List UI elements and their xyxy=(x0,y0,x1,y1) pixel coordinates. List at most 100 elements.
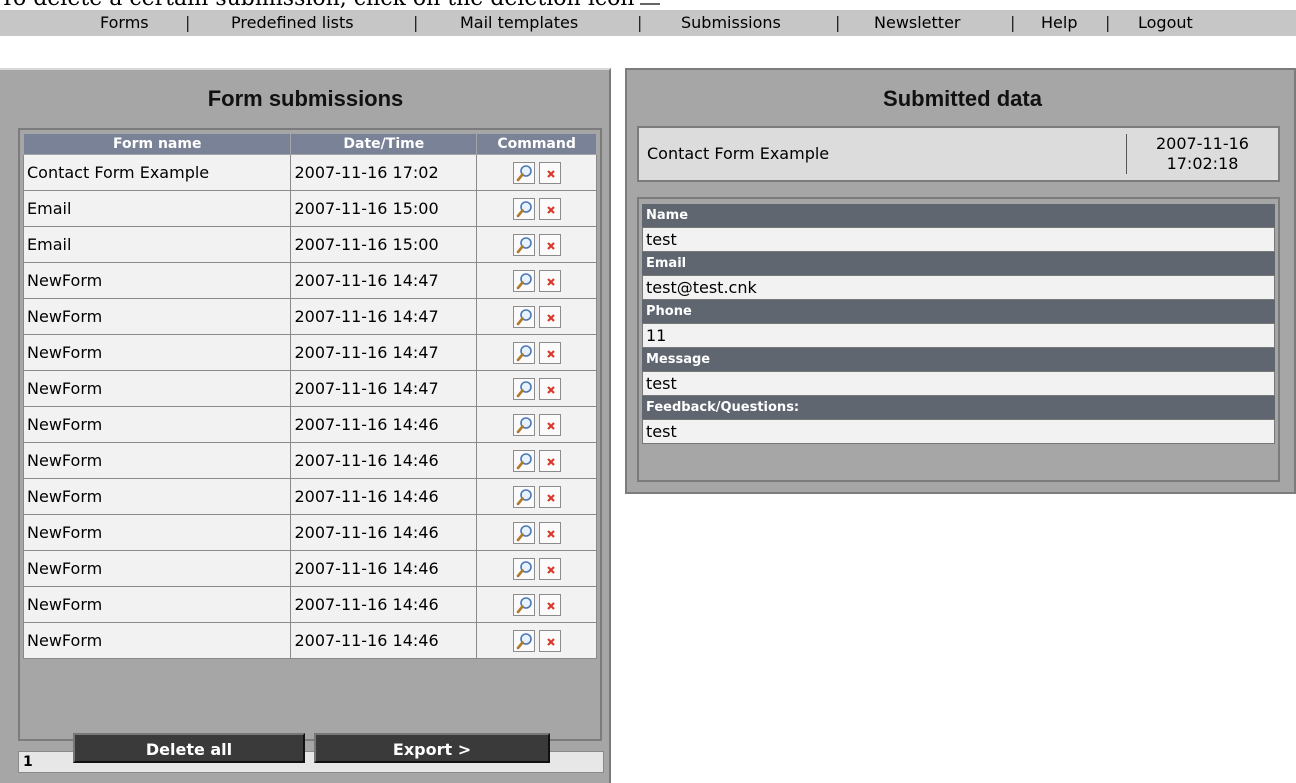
magnifier-icon xyxy=(514,271,534,293)
table-header-row: Form name Date/Time Command xyxy=(22,133,597,155)
delete-x-icon xyxy=(540,163,560,185)
cell-datetime: 2007-11-16 14:47 xyxy=(290,334,478,371)
nav-predefined-lists[interactable]: Predefined lists xyxy=(231,10,354,36)
panel-title: Submitted data xyxy=(883,86,1042,111)
cell-command xyxy=(476,226,597,263)
field-value-email: test@test.cnk xyxy=(642,275,1275,300)
field-label-phone: Phone xyxy=(642,300,1275,323)
nav-submissions[interactable]: Submissions xyxy=(681,10,781,36)
delete-x-icon xyxy=(540,379,560,401)
table-row: NewForm 2007-11-16 14:46 xyxy=(22,550,597,587)
cell-form-name: Email xyxy=(22,190,292,227)
view-submission-button[interactable] xyxy=(512,233,535,256)
table-row: NewForm 2007-11-16 14:46 xyxy=(22,406,597,443)
cell-datetime: 2007-11-16 14:46 xyxy=(290,442,478,479)
view-submission-button[interactable] xyxy=(512,305,535,329)
magnifier-icon xyxy=(514,307,534,329)
cell-command xyxy=(476,442,597,479)
nav-newsletter[interactable]: Newsletter xyxy=(874,10,961,36)
cell-datetime: 2007-11-16 15:00 xyxy=(290,226,478,263)
column-header-form-name[interactable]: Form name xyxy=(22,133,292,155)
view-submission-button[interactable] xyxy=(512,485,535,509)
page-link[interactable]: 1 xyxy=(23,754,33,770)
nav-separator: | xyxy=(1010,13,1016,32)
view-submission-button[interactable] xyxy=(512,521,535,544)
delete-submission-button[interactable] xyxy=(538,521,561,544)
export-button[interactable]: Export > xyxy=(314,733,550,763)
delete-submission-button[interactable] xyxy=(538,449,561,472)
submission-timestamp: 2007-11-16 17:02:18 xyxy=(1126,134,1278,174)
cell-form-name: NewForm xyxy=(22,406,292,443)
cell-form-name: NewForm xyxy=(22,550,292,587)
top-navigation: Forms | Predefined lists | Mail template… xyxy=(0,10,1296,36)
delete-submission-button[interactable] xyxy=(538,377,561,401)
view-submission-button[interactable] xyxy=(512,413,535,437)
magnifier-icon xyxy=(514,487,534,509)
table-row: NewForm 2007-11-16 14:46 xyxy=(22,442,597,479)
nav-separator: | xyxy=(413,13,419,32)
nav-help[interactable]: Help xyxy=(1041,10,1077,36)
delete-submission-button[interactable] xyxy=(538,413,561,436)
delete-submission-button[interactable] xyxy=(538,593,561,617)
view-submission-button[interactable] xyxy=(512,197,535,221)
magnifier-icon xyxy=(514,199,534,221)
view-submission-button[interactable] xyxy=(512,593,535,617)
delete-submission-button[interactable] xyxy=(538,197,561,220)
view-submission-button[interactable] xyxy=(512,161,535,185)
table-row: NewForm 2007-11-16 14:47 xyxy=(22,298,597,335)
cell-form-name: NewForm xyxy=(22,514,292,551)
nav-logout[interactable]: Logout xyxy=(1138,10,1193,36)
cell-form-name: NewForm xyxy=(22,478,292,515)
magnifier-icon xyxy=(514,451,534,473)
cell-datetime: 2007-11-16 15:00 xyxy=(290,190,478,227)
delete-submission-button[interactable] xyxy=(538,557,561,580)
cell-datetime: 2007-11-16 14:46 xyxy=(290,586,478,623)
cell-command xyxy=(476,334,597,371)
view-submission-button[interactable] xyxy=(512,341,535,365)
cell-command xyxy=(476,514,597,551)
view-submission-button[interactable] xyxy=(512,557,535,580)
table-row: Contact Form Example 2007-11-16 17:02 xyxy=(22,154,597,191)
table-row: NewForm 2007-11-16 14:47 xyxy=(22,262,597,299)
field-value-message: test xyxy=(642,371,1275,396)
field-label-feedback: Feedback/Questions: xyxy=(642,396,1275,419)
magnifier-icon xyxy=(514,595,534,617)
table-row: Email 2007-11-16 15:00 xyxy=(22,190,597,227)
submission-header: Contact Form Example 2007-11-16 17:02:18 xyxy=(637,126,1280,182)
column-header-command: Command xyxy=(476,133,597,155)
delete-all-button[interactable]: Delete all xyxy=(73,733,305,763)
view-submission-button[interactable] xyxy=(512,449,535,473)
submissions-table-frame: Form name Date/Time Command Contact Form… xyxy=(18,128,602,741)
view-submission-button[interactable] xyxy=(512,629,535,653)
cell-form-name: NewForm xyxy=(22,622,292,659)
table-row: NewForm 2007-11-16 14:46 xyxy=(22,478,597,515)
cell-datetime: 2007-11-16 14:47 xyxy=(290,262,478,299)
cell-form-name: NewForm xyxy=(22,442,292,479)
delete-submission-button[interactable] xyxy=(538,269,561,293)
cell-datetime: 2007-11-16 14:47 xyxy=(290,298,478,335)
delete-submission-button[interactable] xyxy=(538,161,561,185)
delete-submission-button[interactable] xyxy=(538,629,561,652)
magnifier-icon xyxy=(514,343,534,365)
delete-submission-button[interactable] xyxy=(538,341,561,364)
magnifier-icon xyxy=(514,631,534,653)
cell-datetime: 2007-11-16 14:46 xyxy=(290,478,478,515)
nav-separator: | xyxy=(637,13,643,32)
delete-x-icon xyxy=(540,271,560,293)
table-row: NewForm 2007-11-16 14:47 xyxy=(22,334,597,371)
view-submission-button[interactable] xyxy=(512,377,535,401)
delete-submission-button[interactable] xyxy=(538,305,561,328)
nav-mail-templates[interactable]: Mail templates xyxy=(460,10,578,36)
delete-submission-button[interactable] xyxy=(538,233,561,256)
magnifier-icon xyxy=(514,163,534,185)
magnifier-icon xyxy=(514,415,534,437)
nav-forms[interactable]: Forms xyxy=(100,10,149,36)
column-header-datetime[interactable]: Date/Time xyxy=(290,133,478,155)
view-submission-button[interactable] xyxy=(512,269,535,293)
delete-submission-button[interactable] xyxy=(538,485,561,508)
submission-date: 2007-11-16 xyxy=(1156,134,1249,153)
cell-command xyxy=(476,154,597,191)
cell-form-name: NewForm xyxy=(22,298,292,335)
magnifier-icon xyxy=(514,379,534,401)
delete-x-icon xyxy=(540,595,560,617)
